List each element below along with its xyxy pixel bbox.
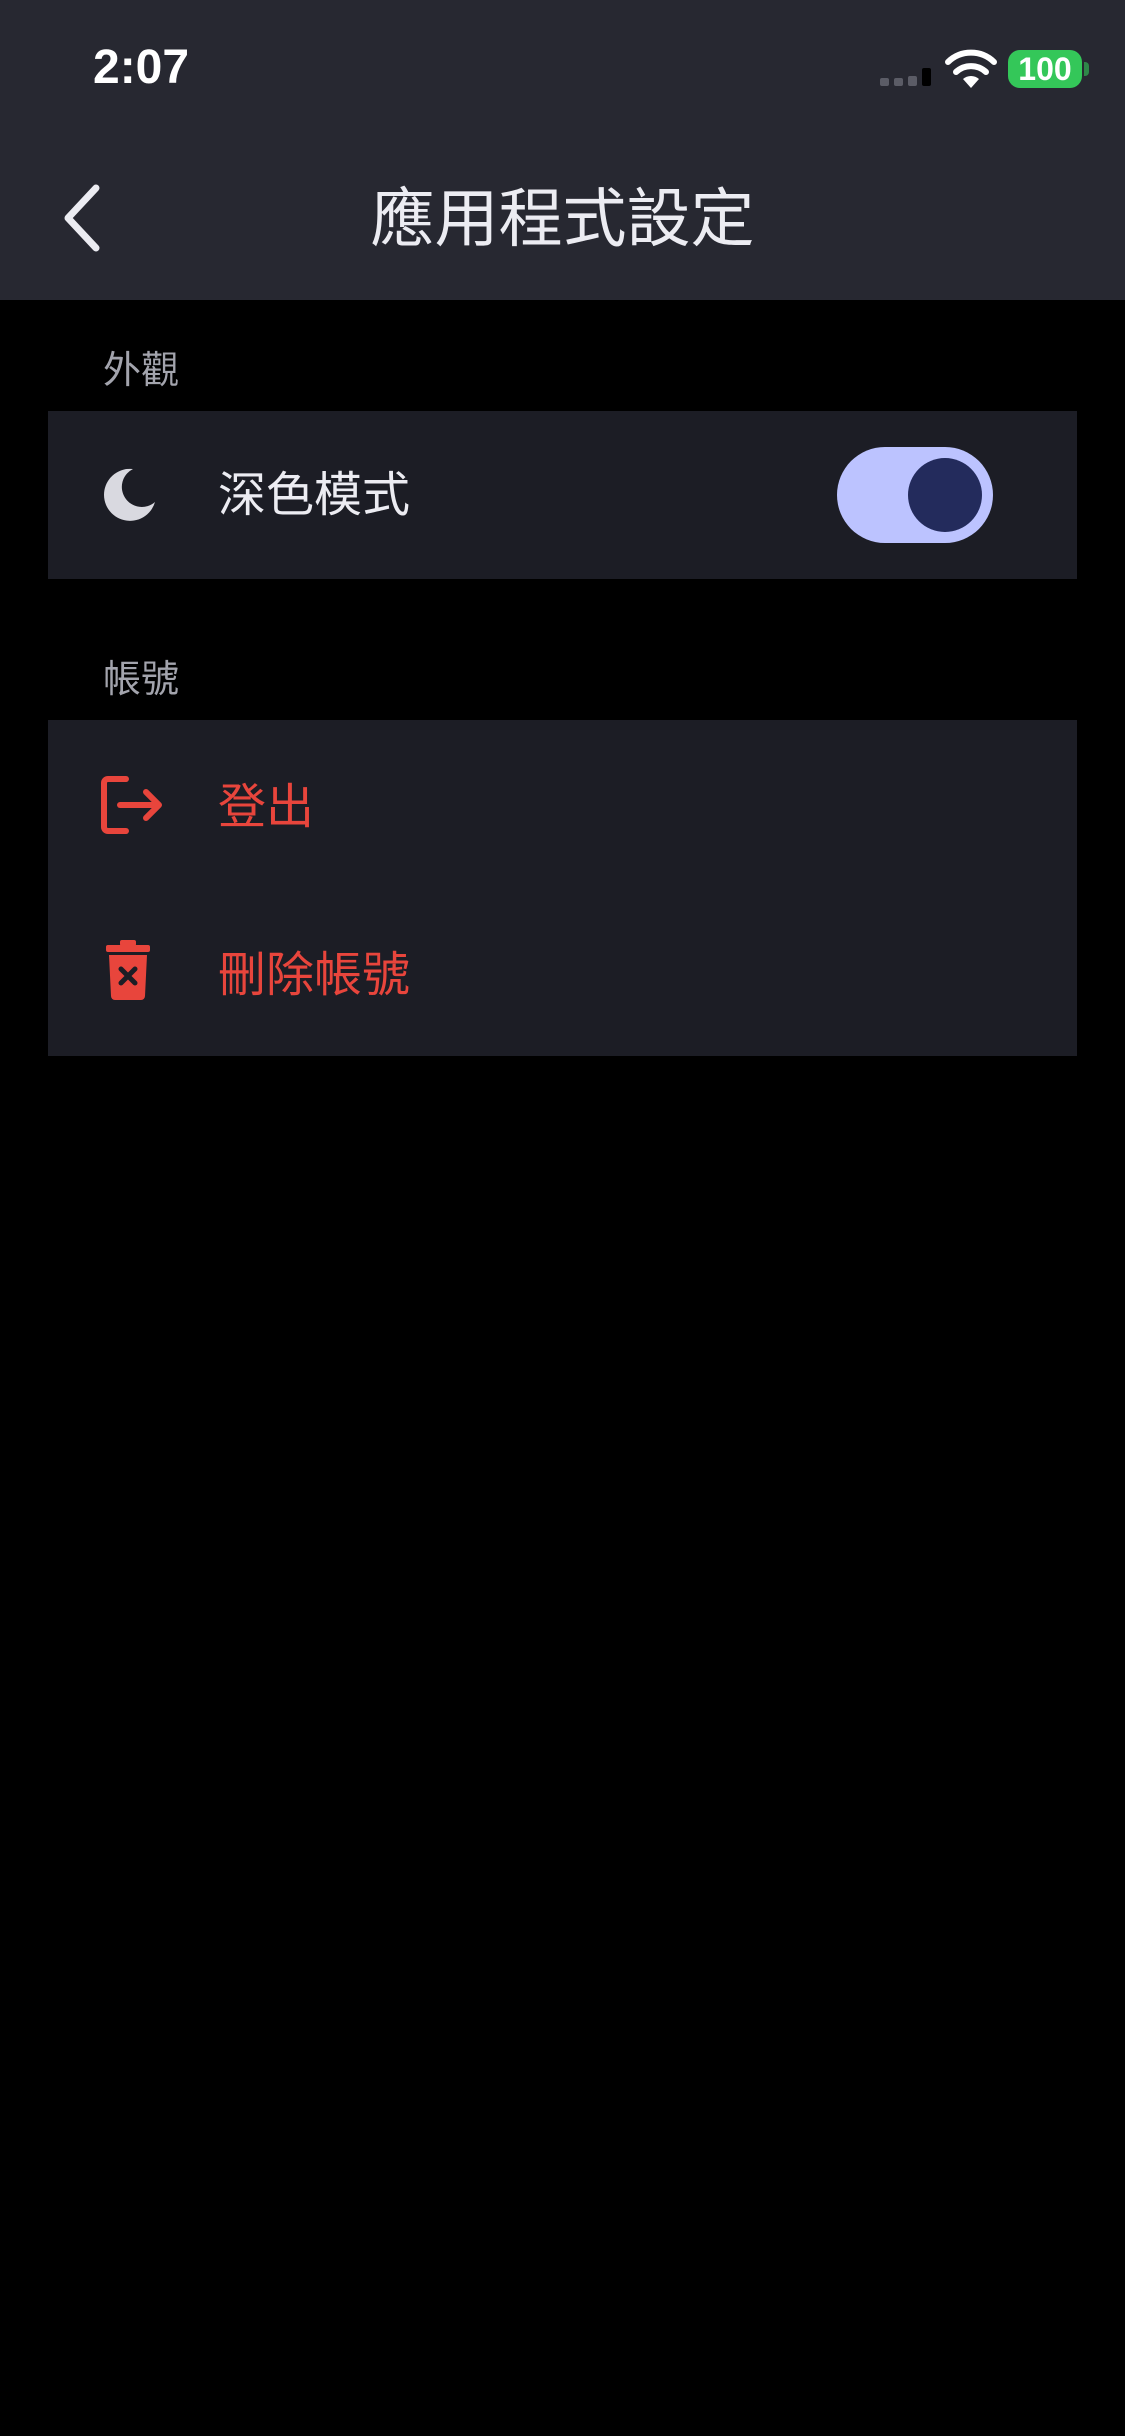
status-time: 2:07	[93, 41, 190, 94]
delete-account-label: 刪除帳號	[218, 947, 411, 1003]
battery-tip	[1084, 62, 1089, 76]
wifi-icon	[945, 49, 997, 88]
trash-icon	[106, 940, 150, 1000]
status-bar: 2:07 100	[0, 0, 1125, 130]
app-settings-screen: 2:07 100 應用程式設定 外觀 深色模式 帳號 登出 刪除帳號	[0, 0, 1125, 2436]
logout-icon	[101, 776, 162, 834]
logout-label: 登出	[218, 779, 315, 835]
appearance-group: 深色模式	[48, 411, 1077, 579]
dark-mode-label: 深色模式	[218, 467, 411, 523]
navigation-bar: 應用程式設定	[0, 130, 1125, 300]
cellular-signal-icon	[880, 68, 931, 86]
battery-indicator: 100	[1008, 50, 1082, 88]
moon-icon	[104, 468, 155, 521]
delete-account-row[interactable]: 刪除帳號	[48, 890, 1077, 1056]
chevron-left-icon	[64, 184, 100, 252]
logout-row[interactable]: 登出	[48, 720, 1077, 890]
dark-mode-row: 深色模式	[48, 411, 1077, 579]
back-button[interactable]	[50, 178, 120, 258]
toggle-knob	[908, 458, 982, 532]
page-title: 應用程式設定	[370, 183, 755, 257]
dark-mode-toggle[interactable]	[837, 447, 993, 543]
section-header-account: 帳號	[103, 657, 180, 701]
account-group: 登出 刪除帳號	[48, 720, 1077, 1056]
section-header-appearance: 外觀	[103, 348, 180, 392]
